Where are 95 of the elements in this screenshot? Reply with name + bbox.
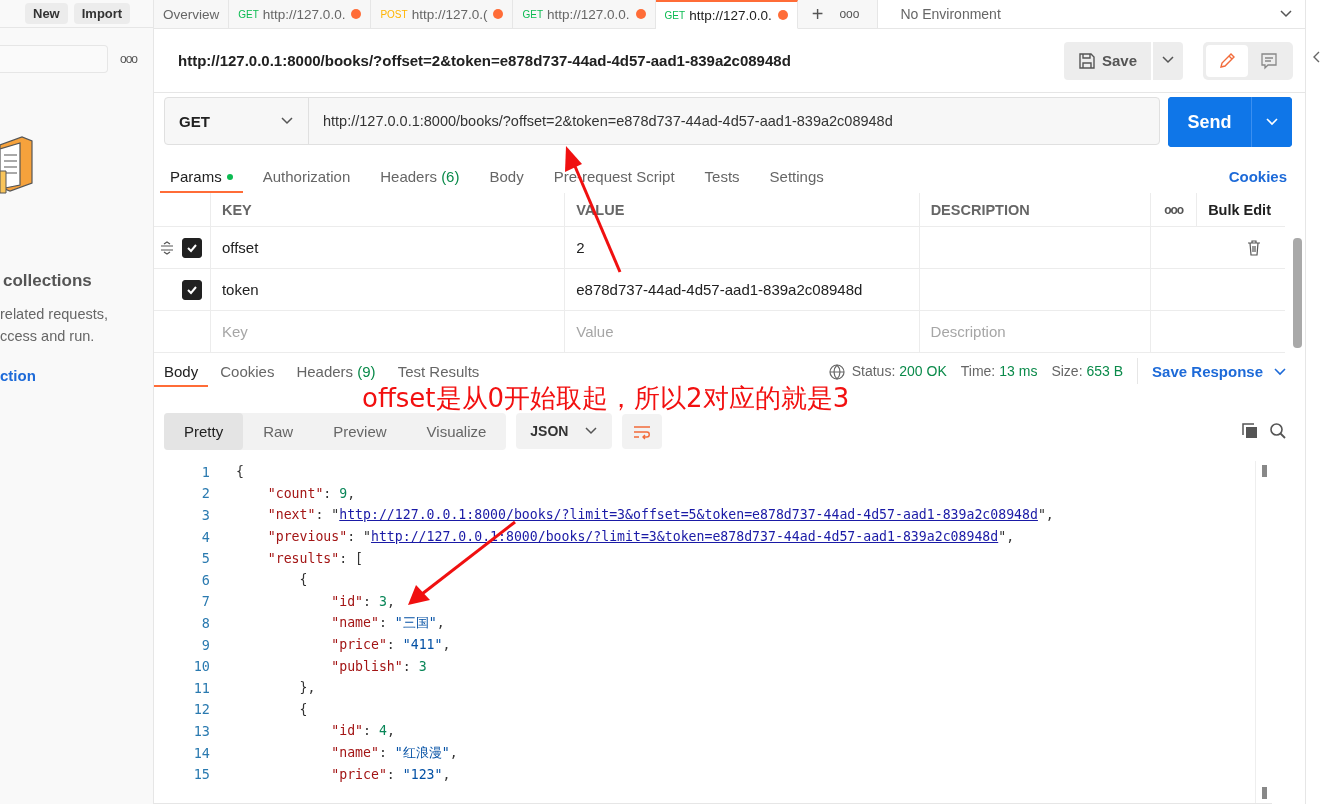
response-tab[interactable]: Body bbox=[154, 363, 209, 387]
bulk-edit-button[interactable]: Bulk Edit bbox=[1208, 201, 1271, 218]
search-icon[interactable] bbox=[1269, 422, 1287, 440]
code-line: "results": [ bbox=[266, 550, 364, 566]
more-button[interactable]: ooo bbox=[120, 52, 138, 66]
sidebar-button[interactable]: New bbox=[25, 3, 68, 24]
line-number: 3 bbox=[200, 507, 211, 523]
empty-state-heading: collections bbox=[3, 271, 93, 291]
empty-state-text: related requests, bbox=[0, 305, 109, 324]
request-section-tab[interactable]: Params bbox=[160, 168, 243, 193]
code-line: "id": 4, bbox=[330, 723, 395, 739]
request-section-tab[interactable]: Headers (6) bbox=[370, 168, 470, 193]
line-number: 1 bbox=[200, 463, 211, 480]
caret-icon[interactable] bbox=[1273, 366, 1287, 377]
save-options-button[interactable] bbox=[1153, 41, 1183, 80]
scrollbar[interactable] bbox=[1293, 238, 1302, 348]
save-response-button[interactable]: Save Response bbox=[1152, 363, 1287, 380]
column-header: KEY bbox=[221, 201, 252, 218]
caret-icon[interactable] bbox=[1265, 116, 1279, 127]
line-number: 8 bbox=[200, 614, 211, 631]
request-tab[interactable]: GET http://127.0.0. bbox=[229, 0, 372, 28]
save-button[interactable]: Save bbox=[1063, 41, 1151, 80]
line-number: 9 bbox=[200, 636, 211, 653]
code-line: "name": "三国", bbox=[330, 613, 445, 632]
delete-icon[interactable] bbox=[1247, 239, 1261, 256]
code-line: { bbox=[298, 701, 308, 717]
empty-state-text: ccess and run. bbox=[0, 327, 96, 346]
send-button[interactable]: Send bbox=[1168, 97, 1252, 147]
line-number: 5 bbox=[200, 550, 211, 567]
sidebar-button[interactable]: Import bbox=[73, 3, 131, 24]
time-value: 13 ms bbox=[999, 363, 1038, 379]
code-line: "price": "123", bbox=[330, 766, 451, 782]
request-section-tab[interactable]: Settings bbox=[759, 168, 834, 193]
caret-icon[interactable] bbox=[584, 426, 599, 436]
param-value: 2 bbox=[576, 239, 585, 256]
collapse-icon[interactable] bbox=[1311, 50, 1321, 64]
line-number: 14 bbox=[192, 744, 211, 761]
request-tab[interactable]: GET http://127.0.0. bbox=[513, 0, 656, 28]
code-line: "price": "411", bbox=[330, 637, 451, 653]
column-header: DESCRIPTION bbox=[930, 201, 1030, 218]
request-section-tab[interactable]: Body bbox=[479, 168, 534, 193]
drag-handle-icon[interactable] bbox=[160, 240, 174, 255]
globe-icon[interactable] bbox=[827, 363, 846, 381]
param-value: e878d737-44ad-4d57-aad1-839a2c08948d bbox=[576, 281, 863, 298]
line-number: 10 bbox=[192, 658, 211, 675]
code-line: "count": 9, bbox=[266, 485, 356, 501]
wrap-icon[interactable] bbox=[632, 423, 653, 440]
line-number: 6 bbox=[200, 571, 211, 588]
time-label: Time: bbox=[960, 363, 996, 379]
size-value: 653 B bbox=[1086, 363, 1124, 379]
view-tab[interactable]: Raw bbox=[243, 412, 314, 450]
code-line: "next": "http://127.0.0.1:8000/books/?limit=3&offset=5&token=e878d737-44ad-4d57-aad1-839a2c08948d", bbox=[266, 507, 1054, 523]
line-number: 11 bbox=[192, 679, 211, 696]
view-tab[interactable]: Preview bbox=[313, 412, 407, 450]
status-label: Status: bbox=[851, 363, 896, 379]
request-title: http://127.0.0.1:8000/books/?offset=2&token=e878d737-44ad-4d57-aad1-839a2c08948d bbox=[178, 52, 792, 69]
line-number: 12 bbox=[192, 701, 211, 718]
line-number: 2 bbox=[200, 485, 211, 502]
view-tab[interactable]: Visualize bbox=[406, 412, 507, 450]
code-line: }, bbox=[298, 680, 316, 696]
request-section-tab[interactable]: Tests bbox=[694, 168, 750, 193]
code-line: { bbox=[298, 572, 308, 588]
caret-icon[interactable] bbox=[1279, 9, 1293, 19]
response-tab[interactable]: Cookies bbox=[210, 363, 285, 387]
scrollbar-thumb[interactable] bbox=[1261, 787, 1267, 799]
request-tab[interactable]: POST http://127.0.( bbox=[371, 0, 514, 28]
line-number: 13 bbox=[192, 722, 211, 739]
param-key: offset bbox=[221, 239, 259, 256]
scrollbar-thumb[interactable] bbox=[1261, 465, 1267, 477]
more-button[interactable]: ooo bbox=[1164, 202, 1184, 217]
request-section-tab[interactable]: Authorization bbox=[252, 168, 361, 193]
line-number: 4 bbox=[200, 528, 211, 545]
edit-mode-button[interactable] bbox=[1206, 44, 1248, 77]
request-tab[interactable]: GET http://127.0.0. bbox=[655, 0, 798, 29]
copy-icon[interactable] bbox=[1241, 422, 1259, 440]
code-line: "name": "红浪漫", bbox=[330, 743, 458, 762]
response-tab[interactable]: Headers (9) bbox=[286, 363, 386, 387]
code-line: "publish": 3 bbox=[330, 658, 427, 674]
annotation-text: offset是从0开始取起，所以2对应的就是3 bbox=[362, 384, 850, 413]
status-value: 200 OK bbox=[899, 363, 947, 379]
caret-icon[interactable] bbox=[1161, 55, 1175, 65]
cookies-link[interactable]: Cookies bbox=[1228, 168, 1287, 185]
param-key: token bbox=[221, 281, 259, 298]
environment-dropdown[interactable]: No Environment bbox=[878, 0, 1305, 28]
request-tab[interactable]: Overview bbox=[154, 0, 230, 28]
code-line: "id": 3, bbox=[330, 593, 395, 609]
code-line: { bbox=[236, 464, 244, 480]
create-collection-link[interactable]: ction bbox=[0, 367, 153, 384]
line-number: 15 bbox=[192, 766, 211, 783]
view-tab[interactable]: Pretty bbox=[164, 412, 244, 450]
line-number: 7 bbox=[200, 593, 211, 610]
new-tab-button[interactable]: + bbox=[797, 0, 836, 28]
format-dropdown[interactable]: JSON bbox=[516, 413, 613, 449]
size-label: Size: bbox=[1051, 363, 1083, 379]
save-icon[interactable] bbox=[1077, 51, 1096, 70]
